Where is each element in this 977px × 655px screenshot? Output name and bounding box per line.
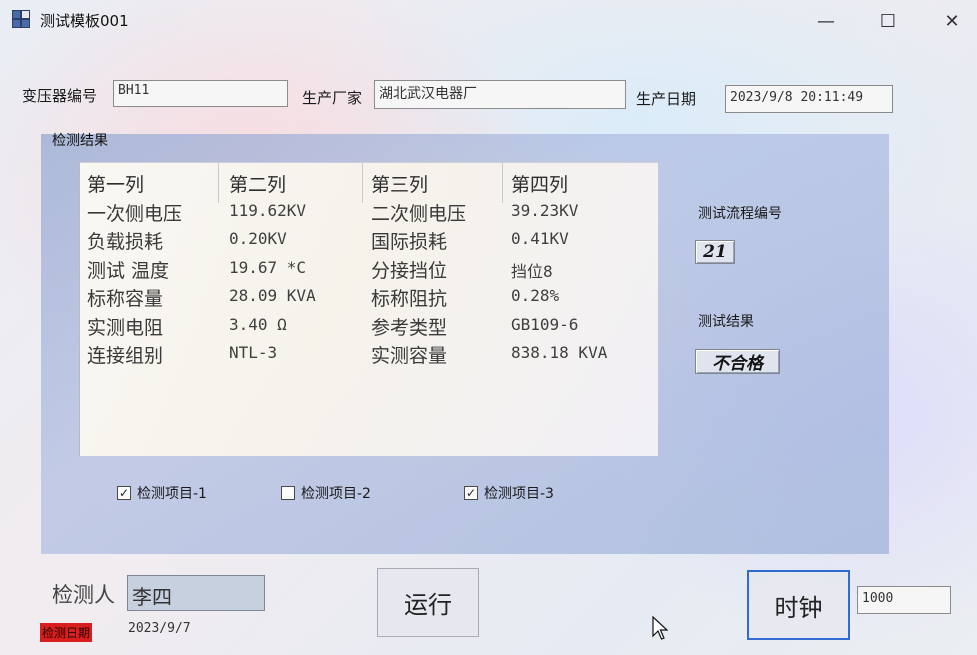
inspector-label: 检测人: [52, 583, 115, 607]
grid-cell: 参考类型: [371, 316, 448, 339]
inspection-date-label: 检测日期: [40, 623, 93, 642]
grid-cell: 标称容量: [87, 288, 164, 310]
results-grid-cells: 第一列 第二列 第三列 第四列一次侧电压 119.62KV 二次侧电压 39.23KV 负载损…: [79, 162, 658, 456]
grid-cell: 119.62KV: [229, 200, 307, 220]
checkbox-3-box[interactable]: ✓: [464, 486, 478, 500]
test-result-value: 不合格: [695, 349, 780, 374]
transformer-field[interactable]: BH11: [113, 80, 288, 107]
minimize-button[interactable]: —: [806, 6, 846, 36]
grid-cell: 挡位8: [511, 261, 553, 281]
grid-cell: 实测电阻: [87, 316, 164, 339]
transformer-label: 变压器编号: [22, 87, 98, 105]
column-header-1: 第一列: [87, 174, 145, 196]
grid-cell: 国际损耗: [371, 231, 448, 253]
grid-cell: 负载损耗: [87, 231, 164, 253]
grid-cell: 838.18 KVA: [511, 343, 608, 362]
grid-cell: 二次侧电压: [371, 202, 467, 225]
checkbox-2-label: 检测项目-2: [301, 486, 371, 502]
checkbox-1-box[interactable]: ✓: [117, 486, 131, 500]
checkbox-item-1[interactable]: ✓ 检测项目-1: [117, 483, 207, 503]
grid-cell: 0.28%: [511, 286, 560, 305]
production-date-field[interactable]: 2023/9/8 20:11:49: [725, 85, 893, 113]
inspector-field[interactable]: 李四: [127, 575, 265, 611]
clock-interval-field[interactable]: 1000: [857, 586, 951, 614]
grid-cell: 测试 温度: [87, 259, 170, 282]
inspection-date-value: 2023/9/7: [128, 621, 191, 636]
close-button[interactable]: ✕: [932, 6, 972, 36]
title-bar: 测试模板001 — ☐ ✕: [0, 0, 977, 44]
grid-cell: 标称阻抗: [371, 288, 448, 310]
grid-cell: 一次侧电压: [87, 202, 183, 225]
grid-cell: 连接组别: [87, 345, 164, 367]
grid-cell: 39.23KV: [511, 200, 579, 220]
mouse-cursor-icon: [652, 616, 668, 640]
grid-cell: 分接挡位: [371, 259, 448, 282]
checkbox-3-label: 检测项目-3: [484, 486, 554, 502]
column-header-4: 第四列: [511, 174, 569, 196]
checkbox-1-label: 检测项目-1: [137, 486, 207, 502]
checkbox-item-3[interactable]: ✓ 检测项目-3: [464, 483, 554, 503]
manufacturer-label: 生产厂家: [302, 89, 363, 107]
clock-button[interactable]: 时钟: [747, 570, 850, 640]
checkbox-2-box[interactable]: [281, 486, 295, 500]
grid-cell: 28.09 KVA: [229, 286, 316, 305]
test-result-label: 测试结果: [698, 314, 754, 330]
grid-cell: 实测容量: [371, 345, 448, 367]
app-window-icon: [12, 10, 30, 28]
production-date-label: 生产日期: [636, 90, 697, 108]
manufacturer-field[interactable]: 湖北武汉电器厂: [374, 80, 626, 109]
grid-cell: 0.41KV: [511, 229, 569, 248]
grid-cell: GB109-6: [511, 314, 579, 334]
window-title: 测试模板001: [40, 12, 129, 30]
maximize-button[interactable]: ☐: [868, 6, 908, 36]
grid-cell: 3.40 Ω: [229, 314, 287, 334]
grid-cell: 0.20KV: [229, 229, 287, 248]
column-header-3: 第三列: [371, 174, 429, 196]
results-group-title: 检测结果: [52, 133, 108, 149]
grid-cell: NTL-3: [229, 343, 278, 362]
run-button[interactable]: 运行: [377, 568, 479, 637]
flow-number-label: 测试流程编号: [698, 206, 782, 222]
column-header-2: 第二列: [229, 174, 287, 196]
grid-cell: 19.67 *C: [229, 257, 307, 277]
flow-number-value: 21: [695, 240, 735, 264]
checkbox-item-2[interactable]: 检测项目-2: [281, 483, 371, 503]
